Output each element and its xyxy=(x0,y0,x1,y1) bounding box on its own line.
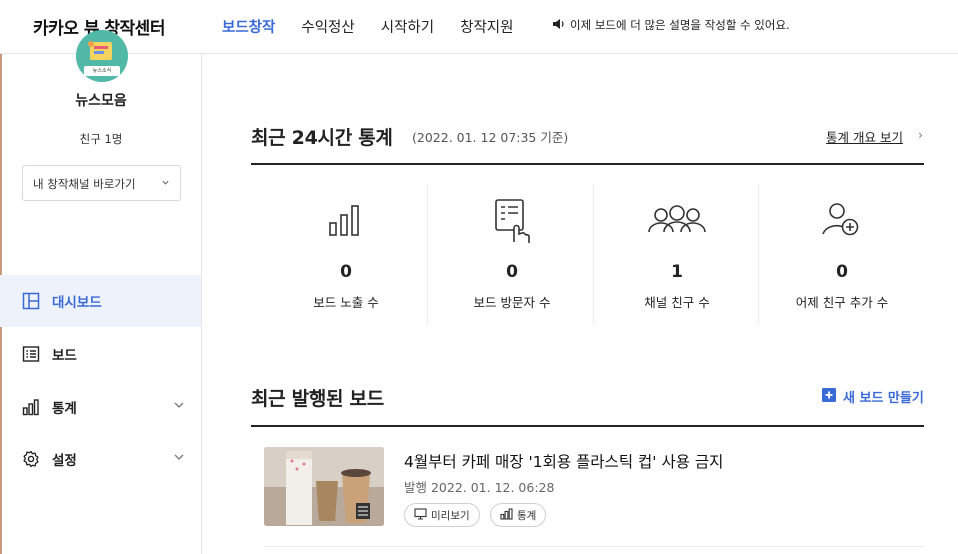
chevron-down-icon xyxy=(173,451,185,467)
bar-chart-icon xyxy=(500,507,513,523)
stat-value: 0 xyxy=(340,262,352,282)
stat-value: 0 xyxy=(836,262,848,282)
nav-getting-started[interactable]: 시작하기 xyxy=(381,16,434,37)
bar-chart-icon xyxy=(264,198,428,242)
stat-label: 채널 친구 수 xyxy=(644,295,710,310)
stats-title: 최근 24시간 통계 xyxy=(251,127,393,149)
channel-select-label: 내 창작채널 바로가기 xyxy=(33,177,136,191)
board-publish-date: 발행 2022. 01. 12. 06:28 xyxy=(404,480,555,495)
chevron-down-icon xyxy=(161,176,170,190)
avatar[interactable]: 뉴스소식 xyxy=(76,30,128,82)
preview-button[interactable]: 미리보기 xyxy=(404,503,480,527)
add-user-icon xyxy=(760,198,924,242)
top-header: 카카오 뷰 창작센터 보드창작 수익정산 시작하기 창작지원 이제 보드에 더 … xyxy=(0,0,958,54)
channel-select[interactable]: 내 창작채널 바로가기 xyxy=(22,165,181,201)
friend-count: 친구 1명 xyxy=(79,132,123,146)
chevron-right-icon: › xyxy=(918,127,923,142)
stat-channel-friends: 1 채널 친구 수 xyxy=(595,184,759,325)
stat-new-friends: 0 어제 친구 추가 수 xyxy=(760,184,924,325)
stats-date: (2022. 01. 12 07:35 기준) xyxy=(412,130,569,145)
board-list-icon xyxy=(22,345,40,363)
board-thumbnail[interactable] xyxy=(264,447,384,526)
chevron-down-icon xyxy=(173,399,185,415)
preview-label: 미리보기 xyxy=(431,509,470,522)
nav-revenue[interactable]: 수익정산 xyxy=(301,16,354,37)
profile-name: 뉴스모음 xyxy=(75,93,127,109)
nav-creator-support[interactable]: 창작지원 xyxy=(460,16,513,37)
sidebar-item-label: 통계 xyxy=(52,401,77,417)
sidebar-item-label: 설정 xyxy=(52,453,77,469)
main-nav: 보드창작 수익정산 시작하기 창작지원 xyxy=(222,16,514,37)
nav-board-create[interactable]: 보드창작 xyxy=(222,16,275,37)
board-title[interactable]: 4월부터 카페 매장 '1회용 플라스틱 컵' 사용 금지 xyxy=(404,450,723,472)
row-divider xyxy=(264,546,924,547)
new-board-label: 새 보드 만들기 xyxy=(843,391,924,406)
recent-boards-title: 최근 발행된 보드 xyxy=(251,388,384,410)
monitor-icon xyxy=(414,507,427,523)
section-divider xyxy=(251,425,924,427)
sidebar-item-settings[interactable]: 설정 xyxy=(0,433,201,485)
dashboard-icon xyxy=(22,292,40,310)
bar-chart-icon xyxy=(22,398,40,416)
section-divider xyxy=(251,163,924,165)
stat-label: 보드 방문자 수 xyxy=(473,295,551,310)
stat-value: 1 xyxy=(671,262,683,282)
stat-value: 0 xyxy=(506,262,518,282)
overview-link-label: 통계 개요 보기 xyxy=(826,130,903,145)
board-stats-button[interactable]: 통계 xyxy=(490,503,547,527)
sidebar-item-dashboard[interactable]: 대시보드 xyxy=(0,275,201,327)
sidebar-item-board[interactable]: 보드 xyxy=(0,328,201,380)
avatar-label: 뉴스소식 xyxy=(92,68,112,74)
gear-icon xyxy=(22,450,40,468)
sidebar-item-label: 보드 xyxy=(52,348,77,364)
speaker-icon xyxy=(552,18,566,33)
sidebar-item-label: 대시보드 xyxy=(52,295,102,311)
stats-overview-link[interactable]: 통계 개요 보기 › xyxy=(826,127,923,146)
board-stats-label: 통계 xyxy=(517,509,537,522)
plus-square-icon xyxy=(822,387,836,406)
stat-board-visitors: 0 보드 방문자 수 xyxy=(430,184,594,325)
notice-banner[interactable]: 이제 보드에 더 많은 설명을 작성할 수 있어요. xyxy=(552,17,790,33)
stat-label: 보드 노출 수 xyxy=(313,295,379,310)
stat-board-impressions: 0 보드 노출 수 xyxy=(264,184,428,325)
people-icon xyxy=(595,198,759,242)
touch-board-icon xyxy=(430,198,594,243)
new-board-button[interactable]: 새 보드 만들기 xyxy=(822,387,924,406)
sidebar-item-stats[interactable]: 통계 xyxy=(0,381,201,433)
notice-text: 이제 보드에 더 많은 설명을 작성할 수 있어요. xyxy=(570,18,790,32)
stat-label: 어제 친구 추가 수 xyxy=(795,295,889,310)
